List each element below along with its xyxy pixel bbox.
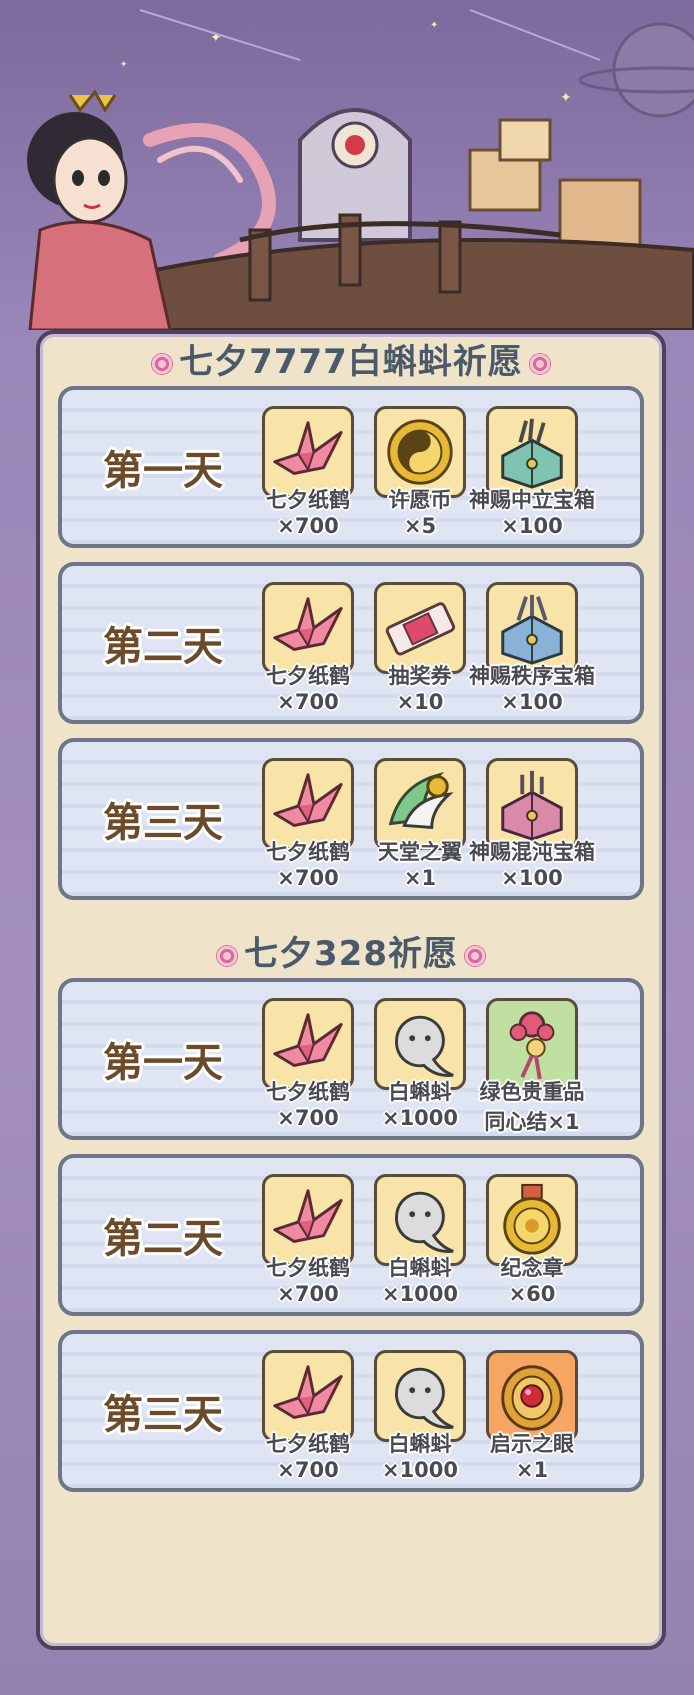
day-reward-row: 第二天 七夕纸鹤 ×700 白蝌蚪 ×1000 纪念章 ×60 [58, 1154, 644, 1316]
reward-quantity: ×100 [501, 866, 563, 890]
day-label: 第二天 [103, 624, 223, 670]
reward-name: 启示之眼 [490, 1432, 574, 1456]
reward-item[interactable]: 七夕纸鹤 ×700 [256, 758, 360, 894]
reward-quantity: ×100 [501, 514, 563, 538]
day-label: 第一天 [103, 1040, 223, 1086]
day-reward-row: 第一天 七夕纸鹤 ×700 白蝌蚪 ×1000 绿色贵重品 同心结×1 [58, 978, 644, 1140]
reward-panel: 七夕7777白蝌蚪祈愿 第一天 七夕纸鹤 ×700 许愿币 ×5 神赐中立宝箱 ×100 第二… [36, 330, 666, 1650]
reward-item[interactable]: 白蝌蚪 ×1000 [368, 998, 472, 1134]
section-title-328: 七夕328祈愿 [40, 926, 662, 975]
reward-name: 神赐秩序宝箱 [469, 664, 595, 688]
reward-item[interactable]: 纪念章 ×60 [480, 1174, 584, 1310]
reward-quantity: 同心结×1 [484, 1110, 580, 1134]
day-label: 第三天 [103, 800, 223, 846]
reward-item[interactable]: 七夕纸鹤 ×700 [256, 406, 360, 542]
reward-item[interactable]: 七夕纸鹤 ×700 [256, 998, 360, 1134]
day-reward-row: 第二天 七夕纸鹤 ×700 抽奖券 ×10 神赐秩序宝箱 ×100 [58, 562, 644, 724]
event-frame: ✦ ✦ ✦ ✦ 七夕7777白蝌蚪祈愿 第一天 七夕纸鹤 ×700 许愿币 ×5… [0, 0, 694, 1695]
reward-item[interactable]: 神赐混沌宝箱 ×100 [469, 758, 595, 894]
reward-name: 纪念章 [500, 1256, 564, 1280]
reward-item[interactable]: 七夕纸鹤 ×700 [256, 1350, 360, 1486]
day-reward-row: 第一天 七夕纸鹤 ×700 许愿币 ×5 神赐中立宝箱 ×100 [58, 386, 644, 548]
reward-item[interactable]: 神赐中立宝箱 ×100 [469, 406, 595, 542]
reward-item[interactable]: 七夕纸鹤 ×700 [256, 1174, 360, 1310]
reward-item[interactable]: 绿色贵重品同心结×1 [480, 998, 585, 1134]
reward-item[interactable]: 抽奖券 ×10 [368, 582, 472, 718]
swirl-icon [216, 944, 238, 967]
reward-quantity: ×60 [508, 1282, 556, 1306]
day-reward-row: 第三天 七夕纸鹤 ×700 天堂之翼 ×1 神赐混沌宝箱 ×100 [58, 738, 644, 900]
reward-item[interactable]: 白蝌蚪 ×1000 [368, 1350, 472, 1486]
day-label: 第三天 [103, 1392, 223, 1438]
reward-item[interactable]: 许愿币 ×5 [368, 406, 472, 542]
banner-illustration [27, 9, 694, 330]
swirl-icon [151, 352, 174, 375]
reward-item[interactable]: 启示之眼 ×1 [480, 1350, 584, 1486]
reward-name: 神赐中立宝箱 [469, 488, 595, 512]
reward-item[interactable]: 神赐秩序宝箱 ×100 [469, 582, 595, 718]
reward-item[interactable]: 白蝌蚪 ×1000 [368, 1174, 472, 1310]
reward-name: 绿色贵重品 [479, 1080, 585, 1104]
reward-quantity: ×1 [515, 1458, 549, 1482]
section-title-7777: 七夕7777白蝌蚪祈愿 [40, 334, 662, 383]
swirl-icon [528, 352, 551, 375]
reward-item[interactable]: 七夕纸鹤 ×700 [256, 582, 360, 718]
reward-item[interactable]: 天堂之翼 ×1 [368, 758, 472, 894]
day-reward-row: 第三天 七夕纸鹤 ×700 白蝌蚪 ×1000 启示之眼 ×1 [58, 1330, 644, 1492]
swirl-icon [463, 944, 486, 967]
day-label: 第一天 [103, 448, 223, 494]
reward-quantity: ×100 [501, 690, 563, 714]
day-label: 第二天 [103, 1216, 223, 1262]
reward-name: 神赐混沌宝箱 [469, 840, 595, 864]
